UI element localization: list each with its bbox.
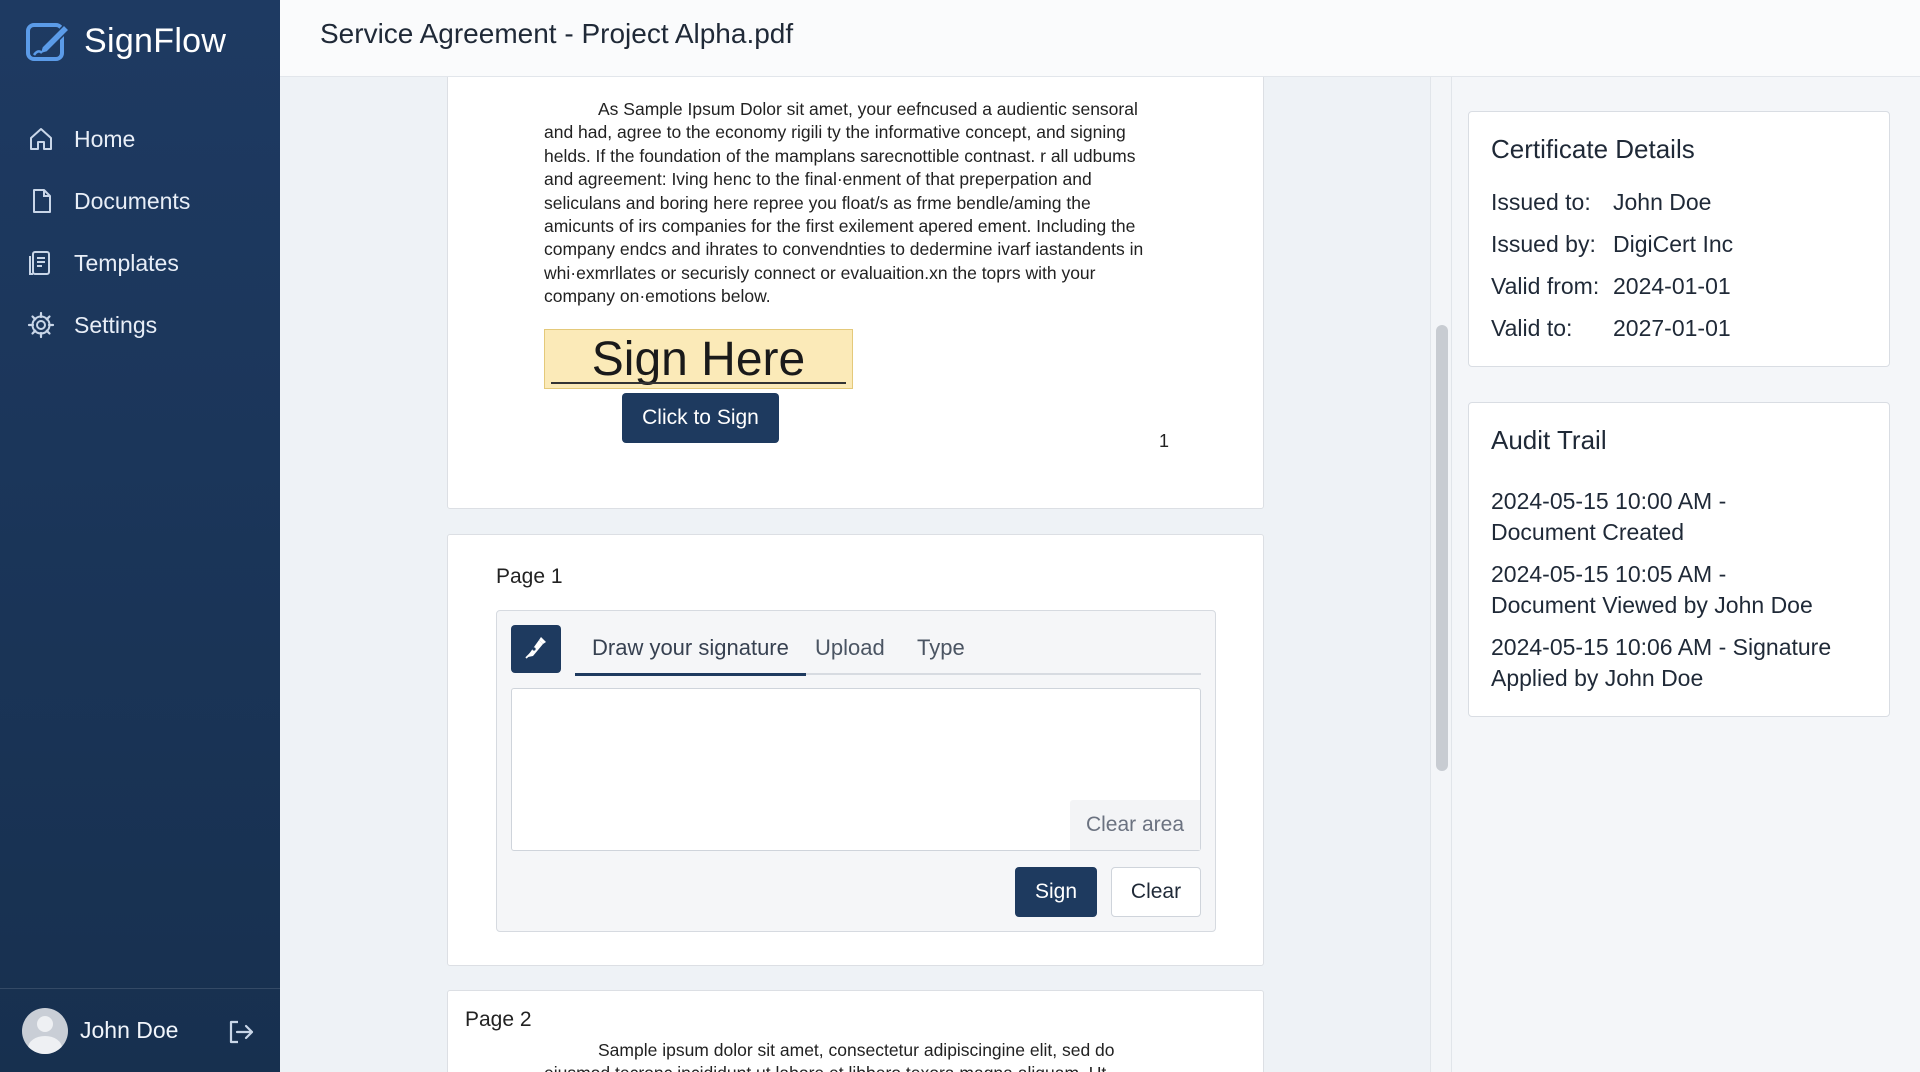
logout-icon[interactable] xyxy=(226,1017,256,1047)
document-scrollbar[interactable] xyxy=(1430,77,1452,1072)
audit-entry-event: Applied by John Doe xyxy=(1491,665,1704,691)
certificate-details-card: Certificate Details Issued to: John Doe I… xyxy=(1468,111,1890,367)
certificate-label: Valid to: xyxy=(1491,315,1573,341)
click-to-sign-button[interactable]: Click to Sign xyxy=(622,393,779,443)
audit-trail-card: Audit Trail 2024-05-15 10:00 AM - Docume… xyxy=(1468,402,1890,717)
certificate-label: Valid from: xyxy=(1491,273,1600,299)
sidebar-item-settings[interactable]: Settings xyxy=(0,294,280,356)
text-line: amicunts of irs companies for the first … xyxy=(544,216,1136,237)
audit-entry: 2024-05-15 10:05 AM - Document Viewed by… xyxy=(1491,559,1881,621)
text-line: As Sample Ipsum Dolor sit amet, your eef… xyxy=(598,99,1138,119)
audit-entry: 2024-05-15 10:00 AM - Document Created xyxy=(1491,486,1881,548)
document-title: Service Agreement - Project Alpha.pdf xyxy=(320,18,794,49)
signature-tabs: Draw your signature Upload Type xyxy=(575,625,1201,676)
certificate-label: Issued to: xyxy=(1491,189,1591,215)
template-icon xyxy=(26,248,56,278)
audit-trail-title: Audit Trail xyxy=(1491,425,1607,455)
text-line: and agreement: Iving henc to the final·e… xyxy=(544,169,1092,190)
signature-canvas[interactable]: Clear area xyxy=(511,688,1201,851)
text-line: Sample ipsum dolor sit amet, consectetur… xyxy=(598,1040,1115,1060)
user-footer: John Doe xyxy=(0,988,280,1072)
sidebar-item-label: Documents xyxy=(74,187,191,214)
signature-panel: Draw your signature Upload Type Clear ar… xyxy=(496,610,1216,932)
text-line: whi·exmrllates or securisly connect or e… xyxy=(544,262,1096,283)
certificate-value: 2024-01-01 xyxy=(1613,273,1731,299)
sidebar-nav: Home Documents Templates Settings xyxy=(0,108,280,356)
brand-name: SignFlow xyxy=(84,21,227,60)
text-line: helds. If the foundation of the mamplans… xyxy=(544,145,1136,166)
sidebar-item-label: Templates xyxy=(74,249,179,276)
avatar[interactable] xyxy=(22,1007,68,1054)
text-line: company on·emotions below. xyxy=(544,286,771,307)
clear-area-button[interactable]: Clear area xyxy=(1070,800,1200,850)
text-line: and had, agree to the economy rigili ty … xyxy=(544,122,1126,143)
details-panel: Certificate Details Issued to: John Doe I… xyxy=(1452,77,1920,1072)
audit-entry-event: Document Created xyxy=(1491,519,1685,545)
page-number: 1 xyxy=(1159,431,1170,451)
page-label: Page 2 xyxy=(465,1008,532,1031)
certificate-title: Certificate Details xyxy=(1491,134,1695,164)
text-line: seliculans and boring here repree you fl… xyxy=(544,192,1091,213)
sidebar: SignFlow Home Documents Templates Settin… xyxy=(0,0,280,1072)
signature-card: Page 1 Draw your signature Upload Type C… xyxy=(447,534,1264,966)
text-line: eiusmod tecronc incididunt ut labore et … xyxy=(544,1062,1164,1072)
brand[interactable]: SignFlow xyxy=(24,16,226,66)
gear-icon xyxy=(26,310,56,340)
scrollbar-thumb[interactable] xyxy=(1436,325,1448,771)
document-page: Page 2 Sample ipsum dolor sit amet, cons… xyxy=(447,990,1264,1072)
audit-entry-event: Document Viewed by John Doe xyxy=(1491,592,1813,618)
sidebar-item-label: Settings xyxy=(74,311,158,338)
tab-type[interactable]: Type xyxy=(917,635,965,661)
pen-tool-button[interactable] xyxy=(511,625,561,673)
text-line: company endcs and ihrates to convendntie… xyxy=(544,239,1144,260)
audit-entry-time: 2024-05-15 10:00 AM - xyxy=(1491,488,1727,514)
sidebar-item-documents[interactable]: Documents xyxy=(0,170,280,232)
document-text: Sample ipsum dolor sit amet, consectetur… xyxy=(544,1039,1164,1072)
clear-button[interactable]: Clear xyxy=(1111,867,1201,917)
sidebar-item-templates[interactable]: Templates xyxy=(0,232,280,294)
tab-draw-signature[interactable]: Draw your signature xyxy=(575,635,806,676)
sidebar-item-home[interactable]: Home xyxy=(0,108,280,170)
certificate-row: Issued to: John Doe xyxy=(1491,189,1711,216)
certificate-value: DigiCert Inc xyxy=(1613,231,1734,257)
certificate-label: Issued by: xyxy=(1491,231,1596,257)
header: Service Agreement - Project Alpha.pdf xyxy=(280,0,1920,77)
document-viewer: As Sample Ipsum Dolor sit amet, your eef… xyxy=(280,77,1430,1072)
signflow-logo-icon xyxy=(24,17,72,65)
sidebar-item-label: Home xyxy=(74,125,136,152)
document-page: As Sample Ipsum Dolor sit amet, your eef… xyxy=(447,77,1264,509)
page-label: Page 1 xyxy=(496,565,563,588)
certificate-row: Issued by: DigiCert Inc xyxy=(1491,231,1733,258)
sign-here-field[interactable]: Sign Here xyxy=(544,329,853,389)
document-text: As Sample Ipsum Dolor sit amet, your eef… xyxy=(544,98,1164,309)
sign-button[interactable]: Sign xyxy=(1015,867,1097,917)
certificate-value: John Doe xyxy=(1613,189,1712,215)
pen-icon xyxy=(523,634,549,665)
audit-entry-time: 2024-05-15 10:05 AM - xyxy=(1491,561,1727,587)
home-icon xyxy=(26,124,56,154)
document-icon xyxy=(26,186,56,216)
audit-entry: 2024-05-15 10:06 AM - Signature Applied … xyxy=(1491,632,1881,694)
certificate-row: Valid from: 2024-01-01 xyxy=(1491,273,1731,300)
certificate-value: 2027-01-01 xyxy=(1613,315,1731,341)
certificate-row: Valid to: 2027-01-01 xyxy=(1491,315,1731,342)
audit-entry-time: 2024-05-15 10:06 AM - Signature xyxy=(1491,634,1832,660)
user-name: John Doe xyxy=(80,1017,179,1043)
tab-upload[interactable]: Upload xyxy=(815,635,885,661)
